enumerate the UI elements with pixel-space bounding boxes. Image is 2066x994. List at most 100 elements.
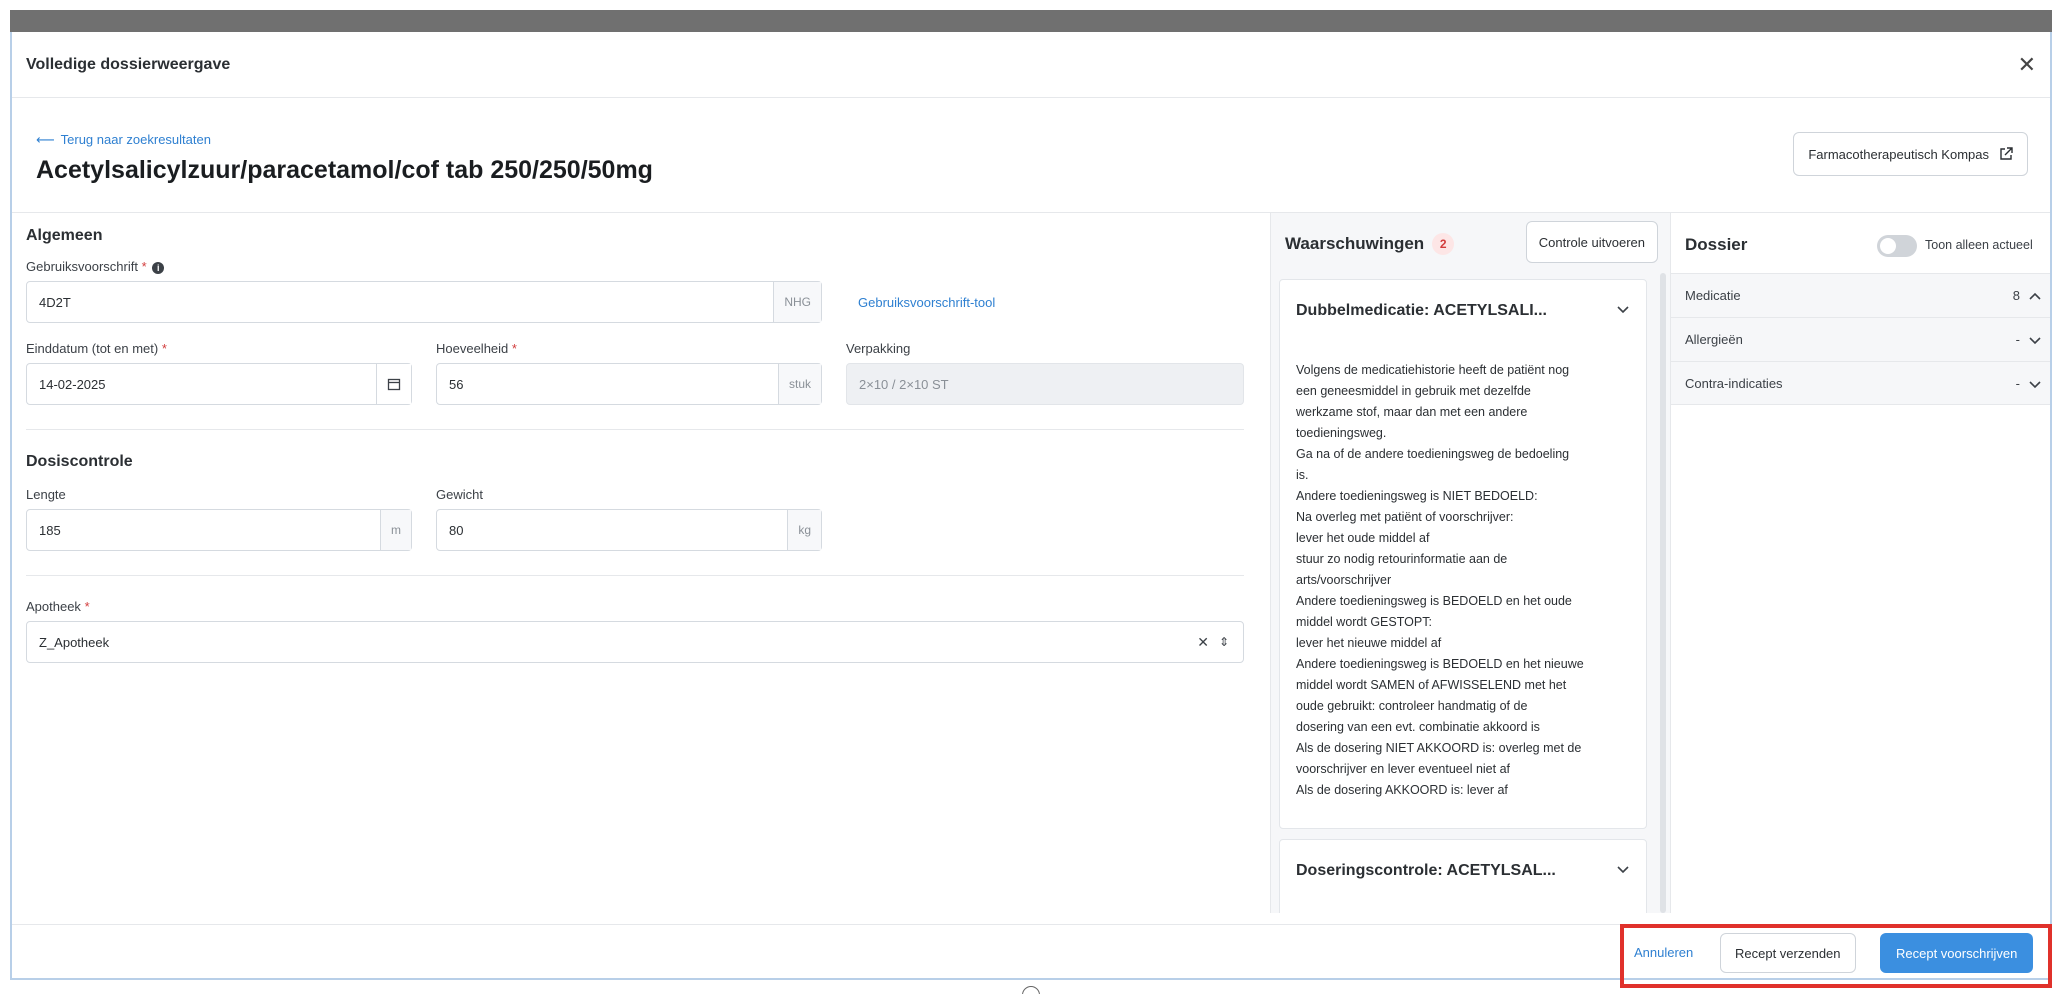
toggle-label: Toon alleen actueel [1925,238,2033,252]
einddatum-label-text: Einddatum (tot en met) [26,341,159,356]
modal-header: Volledige dossierweergave ✕ [12,32,2050,98]
warning-card-title[interactable]: Doseringscontrole: ACETYLSAL... [1296,862,1556,880]
page-indicator [1022,986,1040,994]
clear-icon[interactable]: ✕ [1197,634,1209,651]
lengte-value: 185 [39,522,61,538]
toggle-knob [1880,238,1896,254]
gewicht-input[interactable]: 80 kg [436,509,822,551]
gebruiksvoorschrift-input[interactable]: 4D2T NHG [26,281,822,323]
calendar-icon[interactable] [376,364,411,404]
required-mark: * [141,259,147,274]
warning-card-dubbelmedicatie: Dubbelmedicatie: ACETYLSALI... Volgens d… [1279,279,1647,829]
warnings-heading: Waarschuwingen 2 [1285,233,1455,255]
close-icon[interactable]: ✕ [2018,52,2036,78]
dossier-panel: Dossier Toon alleen actueel Medicatie 8 … [1670,213,2050,913]
warning-text-line: werkzame stof, maar dan met een andere [1296,405,1528,419]
apotheek-select[interactable]: Z_Apotheek ✕ ⇕ [26,621,1244,663]
meter-suffix: m [380,510,411,550]
controle-uitvoeren-button[interactable]: Controle uitvoeren [1525,221,1658,263]
back-link-label: Terug naar zoekresultaten [60,132,211,147]
warning-text-line: middel wordt GESTOPT: [1296,615,1432,629]
required-mark: * [161,341,167,356]
warning-text-line: Andere toedieningsweg is BEDOELD en het … [1296,657,1584,671]
required-mark: * [511,341,517,356]
gebruiksvoorschrift-label-text: Gebruiksvoorschrift [26,259,138,274]
warning-text-line: lever het nieuwe middel af [1296,636,1442,650]
warning-text-line: Als de dosering AKKOORD is: lever af [1296,783,1508,797]
apotheek-value: Z_Apotheek [39,634,110,650]
info-icon[interactable]: i [152,261,165,274]
chevron-down-icon[interactable] [1616,862,1630,876]
section-algemeen-heading: Algemeen [26,227,103,244]
warnings-panel: Waarschuwingen 2 Controle uitvoeren Dubb… [1270,213,1670,913]
back-to-results-link[interactable]: ⟵ Terug naar zoekresultaten [36,132,211,148]
warning-card-text: Volgens de medicatiehistorie heeft de pa… [1296,360,1636,801]
arrow-left-icon: ⟵ [36,132,55,147]
recept-verzenden-button[interactable]: Recept verzenden [1720,933,1856,973]
warning-text-line: Als de dosering NIET AKKOORD is: overleg… [1296,741,1582,755]
dossier-row-count: 8 [2012,288,2020,303]
warning-text-line: Andere toedieningsweg is BEDOELD en het … [1296,594,1572,608]
recept-voorschrijven-button[interactable]: Recept voorschrijven [1880,933,2034,973]
dossier-row-label: Contra-indicaties [1685,376,1783,391]
lengte-input[interactable]: 185 m [26,509,412,551]
external-link-icon [2000,147,2013,160]
dossier-row-count: - [2015,332,2020,347]
section-divider [26,429,1244,430]
window-top-bar [10,10,2052,32]
hoeveelheid-input[interactable]: 56 stuk [436,363,822,405]
stuk-suffix: stuk [777,364,821,404]
gewicht-label: Gewicht [436,487,483,502]
einddatum-value: 14-02-2025 [39,376,106,392]
dossier-row-label: Medicatie [1685,288,1741,303]
select-arrows-icon[interactable]: ⇕ [1219,635,1229,649]
hoeveelheid-label: Hoeveelheid * [436,341,517,356]
toon-alleen-actueel-toggle[interactable] [1877,235,1917,257]
warning-card-title[interactable]: Dubbelmedicatie: ACETYLSALI... [1296,302,1547,320]
section-divider [26,575,1244,576]
warning-text-line: voorschrijver en lever eventueel niet af [1296,762,1511,776]
warning-text-line: oude gebruikt: controleer handmatig of d… [1296,699,1528,713]
modal-footer: Annuleren Recept verzenden Recept voorsc… [12,924,2050,978]
apotheek-label: Apotheek * [26,599,90,614]
dossier-row-contra-indicaties[interactable]: Contra-indicaties - [1671,361,2050,405]
modal-title: Volledige dossierweergave [26,56,231,73]
farmacotherapeutisch-kompas-button[interactable]: Farmacotherapeutisch Kompas [1793,132,2028,176]
gebruiksvoorschrift-label: Gebruiksvoorschrift * i [26,259,165,274]
hoeveelheid-value: 56 [449,376,464,392]
verpakking-field: 2×10 / 2×10 ST [846,363,1244,405]
warning-text-line: Na overleg met patiënt of voorschrijver: [1296,510,1514,524]
warnings-heading-text: Waarschuwingen [1285,234,1425,253]
dossier-heading: Dossier [1685,235,1748,254]
dossier-row-allergieen[interactable]: Allergieën - [1671,317,2050,361]
warning-text-line: dosering van een evt. combinatie akkoord… [1296,720,1540,734]
annuleren-button[interactable]: Annuleren [1634,945,1693,960]
chevron-down-icon[interactable] [2028,377,2042,391]
einddatum-label: Einddatum (tot en met) * [26,341,167,356]
nhg-suffix: NHG [773,282,821,322]
warnings-scrollbar[interactable] [1660,273,1666,913]
verpakking-label: Verpakking [846,341,911,356]
warning-card-doseringscontrole: Doseringscontrole: ACETYLSAL... Pas de d… [1279,839,1647,913]
chevron-up-icon[interactable] [2028,289,2042,303]
warning-text-line: Volgens de medicatiehistorie heeft de pa… [1296,363,1570,377]
dossier-row-medicatie[interactable]: Medicatie 8 [1671,273,2050,317]
apotheek-label-text: Apotheek [26,599,81,614]
warning-text-line: lever het oude middel af [1296,531,1430,545]
warning-text-line: middel wordt SAMEN of AFWISSELEND met he… [1296,678,1567,692]
chevron-down-icon[interactable] [2028,333,2042,347]
section-dosiscontrole-heading: Dosiscontrole [26,453,133,470]
einddatum-input[interactable]: 14-02-2025 [26,363,412,405]
gebruiksvoorschrift-tool-link[interactable]: Gebruiksvoorschrift-tool [858,295,995,310]
verpakking-value: 2×10 / 2×10 ST [859,376,949,392]
warning-text-line: Andere toedieningsweg is NIET BEDOELD: [1296,489,1538,503]
warning-text-line: een geneesmiddel in gebruik met dezelfde [1296,384,1531,398]
chevron-down-icon[interactable] [1616,302,1630,316]
warnings-count-badge: 2 [1432,233,1455,255]
dossier-row-label: Allergieën [1685,332,1743,347]
dossier-row-count: - [2015,376,2020,391]
prescription-form: Algemeen Gebruiksvoorschrift * i 4D2T NH… [12,213,1256,913]
gewicht-value: 80 [449,522,464,538]
warning-text-line: Ga na of de andere toedieningsweg de bed… [1296,447,1570,461]
page-title: Acetylsalicylzuur/paracetamol/cof tab 25… [36,156,653,184]
